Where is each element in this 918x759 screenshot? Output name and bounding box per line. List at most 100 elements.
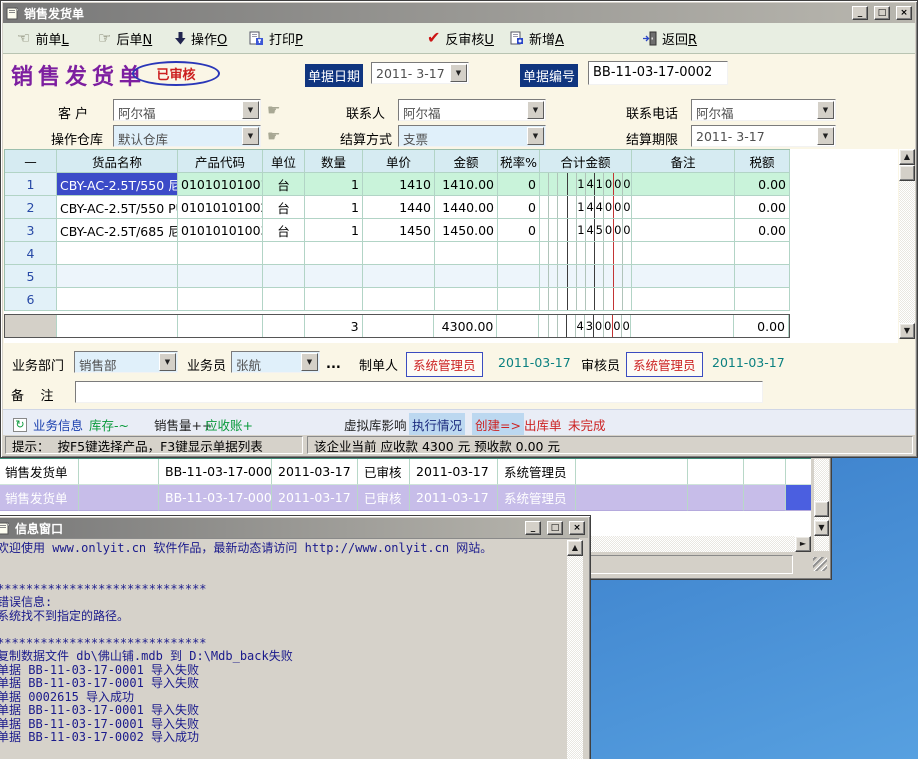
exec-status-button[interactable]: 执行情况 [409, 413, 465, 436]
list-cell-empty[interactable] [744, 485, 786, 511]
list-cell-audit-date[interactable]: 2011-03-17 [410, 459, 498, 485]
outbound-doc-link[interactable]: 出库单 [524, 415, 562, 434]
qty-cell[interactable]: 1 [305, 196, 363, 218]
tax-cell[interactable] [735, 265, 790, 287]
product-name-cell[interactable]: CBY-AC-2.5T/550 尼龙轮 [57, 173, 178, 195]
list-cell-operator[interactable]: 系统管理员 [498, 485, 576, 511]
print-button[interactable]: 打印P [249, 27, 303, 49]
note-input[interactable] [75, 381, 763, 403]
tax-cell[interactable]: 0.00 [735, 173, 790, 195]
price-cell[interactable] [363, 265, 435, 287]
dept-combo[interactable]: 销售部 ▼ [74, 351, 178, 373]
list-row-2-selected[interactable]: 销售发货单 BB-11-03-17-0002 2011-03-17 已审核 20… [0, 485, 811, 511]
product-code-cell[interactable]: 01010101001 [178, 173, 263, 195]
table-row[interactable]: 1 CBY-AC-2.5T/550 尼龙轮 01010101001 台 1 14… [5, 173, 790, 196]
total-amount-ledger-cell[interactable]: 145000 [540, 219, 632, 241]
product-name-cell[interactable]: CBY-AC-2.5T/550 PU轮 [57, 196, 178, 218]
table-row[interactable]: 3 CBY-AC-2.5T/685 尼龙轮 01010101003 台 1 14… [5, 219, 790, 242]
operations-button[interactable]: 操作O [175, 27, 227, 49]
table-vertical-scrollbar[interactable]: ▲ ▼ [899, 149, 915, 339]
unit-cell[interactable]: 台 [263, 173, 305, 195]
amount-cell[interactable] [435, 288, 498, 310]
next-doc-button[interactable]: ☞ 后单N [98, 27, 152, 49]
note-cell[interactable] [632, 196, 735, 218]
list-cell-status[interactable]: 已审核 [358, 459, 410, 485]
price-cell[interactable]: 1440 [363, 196, 435, 218]
list-cell-empty[interactable] [786, 459, 811, 485]
scroll-up-button[interactable]: ▲ [567, 540, 583, 556]
biz-info-link[interactable]: 业务信息 [33, 415, 83, 434]
amount-cell[interactable]: 1440.00 [435, 196, 498, 218]
amount-cell[interactable] [435, 265, 498, 287]
close-button[interactable]: × [569, 521, 585, 535]
maximize-button[interactable]: □ [874, 6, 890, 20]
tax-cell[interactable] [735, 288, 790, 310]
note-cell[interactable] [632, 219, 735, 241]
price-cell[interactable]: 1450 [363, 219, 435, 241]
salesman-combo[interactable]: 张航 ▼ [231, 351, 320, 373]
product-code-cell[interactable] [178, 288, 263, 310]
product-code-cell[interactable]: 01010101002 [178, 196, 263, 218]
table-row[interactable]: 6 [5, 288, 790, 311]
unit-cell[interactable] [263, 242, 305, 264]
product-name-cell[interactable] [57, 265, 178, 287]
list-cell-docno[interactable]: BB-11-03-17-0001 [159, 459, 272, 485]
create-button[interactable]: 创建=> [472, 413, 524, 436]
amount-cell[interactable]: 1410.00 [435, 173, 498, 195]
row-number-cell[interactable]: 2 [5, 196, 57, 218]
row-number-cell[interactable]: 5 [5, 265, 57, 287]
note-cell[interactable] [632, 173, 735, 195]
amount-cell[interactable] [435, 242, 498, 264]
scrollbar-track[interactable] [567, 540, 583, 759]
table-row[interactable]: 2 CBY-AC-2.5T/550 PU轮 01010101002 台 1 14… [5, 196, 790, 219]
list-cell-empty[interactable] [79, 485, 159, 511]
maximize-button[interactable]: □ [547, 521, 563, 535]
total-amount-ledger-cell[interactable] [540, 288, 632, 310]
scrollbar-thumb[interactable] [814, 501, 829, 517]
scroll-right-button[interactable]: ► [795, 536, 811, 552]
list-cell-empty[interactable] [744, 459, 786, 485]
product-code-cell[interactable] [178, 242, 263, 264]
dropdown-button[interactable]: ▼ [159, 353, 176, 371]
warehouse-combo[interactable]: 默认仓库 ▼ [113, 125, 261, 147]
info-window-titlebar[interactable]: 信息窗口 _ □ × [0, 518, 588, 538]
picker-hand-icon[interactable]: ☛ [267, 127, 280, 145]
list-cell-cursor[interactable] [786, 485, 811, 511]
list-cell-operator[interactable]: 系统管理员 [498, 459, 576, 485]
list-cell-status[interactable]: 已审核 [358, 485, 410, 511]
table-row[interactable]: 5 [5, 265, 790, 288]
dropdown-button[interactable]: ▼ [242, 127, 259, 145]
price-cell[interactable]: 1410 [363, 173, 435, 195]
total-amount-ledger-cell[interactable]: 141000 [540, 173, 632, 195]
tax-cell[interactable]: 0.00 [735, 219, 790, 241]
row-number-cell[interactable]: 3 [5, 219, 57, 241]
note-cell[interactable] [632, 288, 735, 310]
dropdown-button[interactable]: ▼ [450, 64, 467, 82]
list-row-1[interactable]: 销售发货单 BB-11-03-17-0001 2011-03-17 已审核 20… [0, 459, 811, 485]
dropdown-button[interactable]: ▼ [527, 127, 544, 145]
taxrate-cell[interactable] [498, 242, 540, 264]
qty-cell[interactable] [305, 242, 363, 264]
tax-cell[interactable] [735, 242, 790, 264]
taxrate-cell[interactable] [498, 288, 540, 310]
total-amount-ledger-cell[interactable] [540, 242, 632, 264]
refresh-icon[interactable]: ↻ [13, 416, 27, 432]
dropdown-button[interactable]: ▼ [817, 101, 834, 119]
unaudit-button[interactable]: ✔ 反审核U [427, 27, 494, 49]
scroll-down-button[interactable]: ▼ [814, 520, 829, 536]
list-cell-empty[interactable] [576, 459, 688, 485]
unit-cell[interactable] [263, 288, 305, 310]
product-name-cell[interactable] [57, 242, 178, 264]
scrollbar-thumb[interactable] [899, 165, 915, 181]
unit-cell[interactable] [263, 265, 305, 287]
qty-cell[interactable]: 1 [305, 219, 363, 241]
list-vertical-scrollbar[interactable]: ▼ [814, 459, 829, 551]
list-cell-date[interactable]: 2011-03-17 [272, 459, 358, 485]
qty-cell[interactable] [305, 265, 363, 287]
doc-date-combo[interactable]: 2011- 3-17 ▼ [371, 62, 469, 84]
list-cell-doctype[interactable]: 销售发货单 [0, 459, 79, 485]
qty-cell[interactable]: 1 [305, 173, 363, 195]
product-code-cell[interactable] [178, 265, 263, 287]
list-cell-empty[interactable] [688, 459, 744, 485]
return-button[interactable]: 返回R [643, 27, 697, 49]
